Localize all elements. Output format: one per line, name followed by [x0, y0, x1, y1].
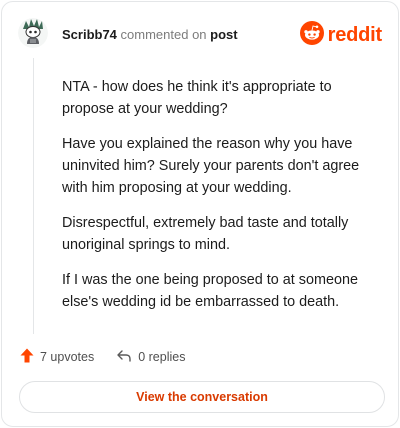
comment-paragraph: Disrespectful, extremely bad taste and t… — [62, 215, 349, 253]
upvote-arrow-icon — [20, 348, 34, 366]
username-link[interactable]: Scribb74 — [62, 27, 117, 42]
avatar[interactable] — [18, 18, 48, 48]
view-conversation-button[interactable]: View the conversation — [19, 381, 385, 413]
reply-count: 0 replies — [138, 350, 186, 364]
reddit-wordmark: reddit — [327, 23, 383, 46]
comment-header: Scribb74 commented on post reddit — [18, 18, 382, 52]
reply-button[interactable]: 0 replies — [116, 349, 185, 366]
reply-arrow-icon — [116, 349, 132, 366]
commented-on-text: commented on — [120, 27, 207, 42]
reddit-logo[interactable]: reddit — [299, 20, 383, 50]
reddit-alien-icon — [299, 20, 324, 50]
thread-line — [33, 58, 34, 334]
comment-paragraph: If I was the one being proposed to at so… — [62, 272, 359, 310]
comment-paragraph: NTA - how does he think it's appropriate… — [62, 79, 332, 117]
comment-body: NTA - how does he think it's appropriate… — [62, 76, 362, 326]
comment-card: Scribb74 commented on post reddit NTA - … — [1, 1, 399, 427]
upvote-button[interactable]: 7 upvotes — [20, 348, 94, 366]
comment-actions: 7 upvotes 0 replies — [20, 346, 185, 368]
post-link[interactable]: post — [210, 27, 237, 42]
comment-meta: Scribb74 commented on post — [62, 27, 238, 42]
comment-paragraph: Have you explained the reason why you ha… — [62, 136, 360, 196]
upvote-count: 7 upvotes — [40, 350, 95, 364]
